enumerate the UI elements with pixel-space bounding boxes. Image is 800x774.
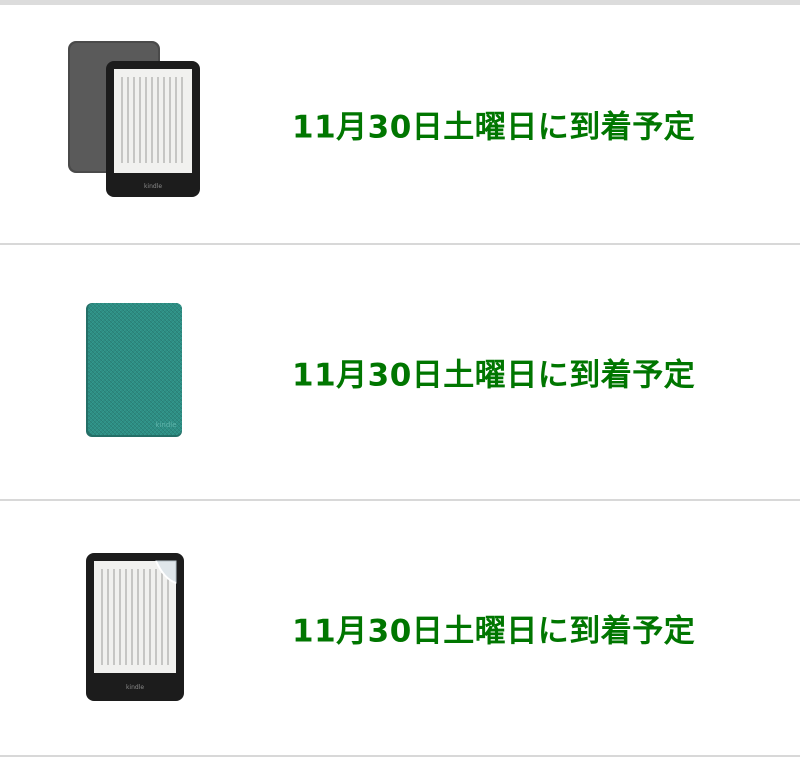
list-item[interactable]: kindle 11月30日土曜日に到着予定 — [0, 5, 800, 245]
svg-text:kindle: kindle — [155, 421, 176, 429]
list-item[interactable]: kindle 11月30日土曜日に到着予定 — [0, 501, 800, 757]
list-item[interactable]: kindle 11月30日土曜日に到着予定 — [0, 245, 800, 501]
delivery-date-text: 11月30日土曜日に到着予定 — [292, 613, 696, 650]
svg-text:kindle: kindle — [144, 183, 162, 190]
delivery-item-list: kindle 11月30日土曜日に到着予定 kindle 11月30日土曜日に到… — [0, 5, 800, 757]
screen-protector-icon[interactable]: kindle — [48, 543, 218, 713]
kindle-device-icon[interactable]: kindle — [48, 33, 218, 203]
delivery-date-text: 11月30日土曜日に到着予定 — [292, 109, 696, 146]
kindle-cover-icon[interactable]: kindle — [48, 287, 218, 457]
svg-text:kindle: kindle — [126, 684, 144, 691]
delivery-date-text: 11月30日土曜日に到着予定 — [292, 357, 696, 394]
